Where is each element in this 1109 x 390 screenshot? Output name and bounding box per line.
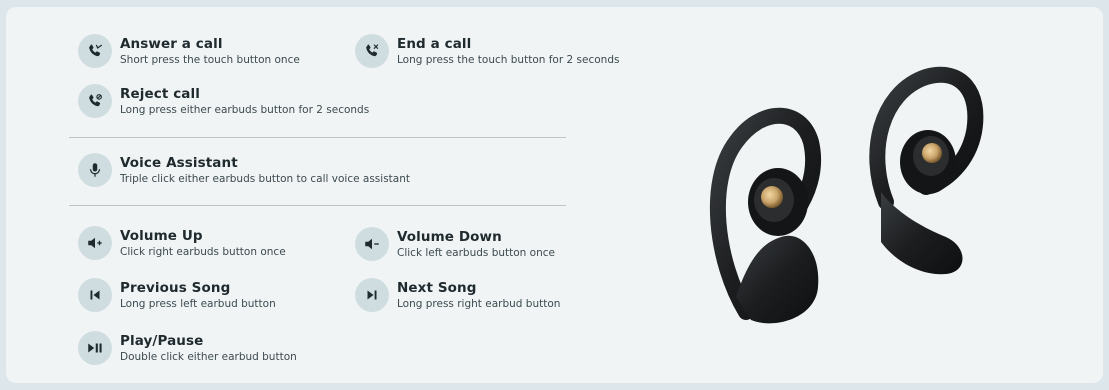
volume-up-desc: Click right earbuds button once <box>120 245 286 258</box>
next-song-title: Next Song <box>397 279 477 296</box>
play-pause-desc: Double click either earbud button <box>120 350 297 363</box>
phone-reject-icon <box>78 84 112 118</box>
volume-down-title: Volume Down <box>397 228 502 245</box>
previous-track-icon <box>78 278 112 312</box>
end-call-desc: Long press the touch button for 2 second… <box>397 53 620 66</box>
reject-call-item: Reject call Long press either earbuds bu… <box>78 84 369 118</box>
volume-down-desc: Click left earbuds button once <box>397 246 555 259</box>
divider <box>69 205 566 206</box>
volume-up-item: Volume Up Click right earbuds button onc… <box>78 226 286 260</box>
left-earbud-body <box>736 235 819 324</box>
controls-card: Answer a call Short press the touch butt… <box>6 7 1103 383</box>
play-pause-icon <box>78 331 112 365</box>
volume-down-item: Volume Down Click left earbuds button on… <box>355 227 555 261</box>
answer-call-desc: Short press the touch button once <box>120 53 300 66</box>
end-call-item: End a call Long press the touch button f… <box>355 34 619 68</box>
reject-call-title: Reject call <box>120 85 200 102</box>
phone-answer-icon <box>78 34 112 68</box>
volume-up-title: Volume Up <box>120 227 203 244</box>
microphone-icon <box>78 153 112 187</box>
end-call-title: End a call <box>397 35 472 52</box>
previous-song-item: Previous Song Long press left earbud but… <box>78 278 276 312</box>
phone-end-icon <box>355 34 389 68</box>
previous-song-desc: Long press left earbud button <box>120 297 276 310</box>
play-pause-item: Play/Pause Double click either earbud bu… <box>78 331 297 365</box>
next-track-icon <box>355 278 389 312</box>
voice-assistant-title: Voice Assistant <box>120 154 238 171</box>
play-pause-title: Play/Pause <box>120 332 204 349</box>
right-speaker-icon <box>922 143 942 163</box>
reject-call-desc: Long press either earbuds button for 2 s… <box>120 103 370 116</box>
volume-down-icon <box>355 227 389 261</box>
volume-up-icon <box>78 226 112 260</box>
next-song-item: Next Song Long press right earbud button <box>355 278 560 312</box>
previous-song-title: Previous Song <box>120 279 231 296</box>
left-speaker-icon <box>761 186 783 208</box>
answer-call-item: Answer a call Short press the touch butt… <box>78 34 300 68</box>
divider <box>69 137 566 138</box>
voice-assistant-desc: Triple click either earbuds button to ca… <box>120 172 410 185</box>
earbuds-image <box>709 66 984 324</box>
voice-assistant-item: Voice Assistant Triple click either earb… <box>78 153 410 187</box>
next-song-desc: Long press right earbud button <box>397 297 561 310</box>
answer-call-title: Answer a call <box>120 35 223 52</box>
